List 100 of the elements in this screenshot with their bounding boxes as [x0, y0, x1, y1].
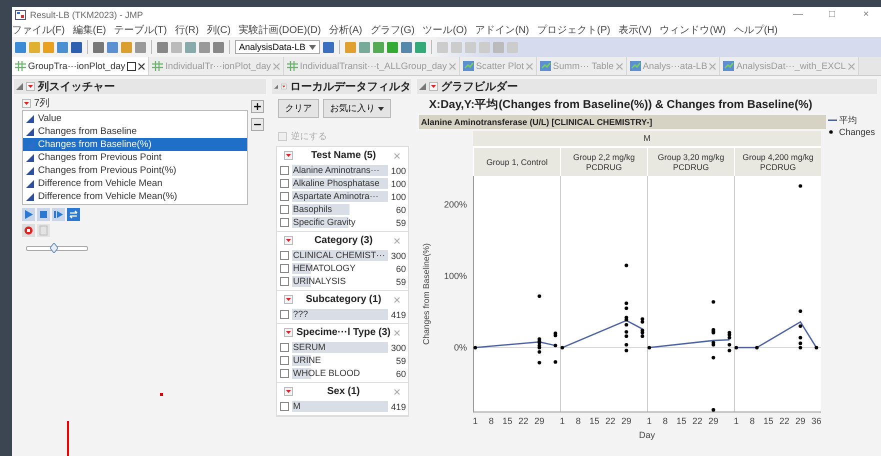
- invert-label: 逆にする: [291, 130, 327, 143]
- filter-checkbox[interactable]: [280, 179, 289, 188]
- filter-checkbox[interactable]: [280, 343, 289, 352]
- toolbar-icon[interactable]: [93, 42, 104, 52]
- filter-count: 60: [394, 204, 406, 214]
- toolbar-icon[interactable]: [157, 42, 168, 52]
- filter-checkbox[interactable]: [280, 218, 289, 227]
- panel-title: グラフビルダー: [441, 80, 518, 94]
- toolbar-icon[interactable]: [386, 42, 398, 52]
- toolbar-icon[interactable]: [414, 42, 426, 52]
- column-item[interactable]: Difference from Vehicle Mean(%): [23, 190, 247, 203]
- disclosure-icon[interactable]: [419, 83, 426, 90]
- panel-header[interactable]: 列スイッチャー: [14, 79, 266, 94]
- menu-item[interactable]: ウィンドウ(W): [660, 22, 726, 36]
- filter-checkbox[interactable]: [280, 166, 289, 175]
- dropdown-icon[interactable]: [284, 236, 293, 245]
- menu-item[interactable]: アドイン(N): [475, 22, 530, 36]
- filter-group-title: Category (3): [313, 235, 374, 246]
- filter-checkbox[interactable]: [280, 402, 289, 411]
- filter-checkbox[interactable]: [280, 277, 289, 286]
- filter-checkbox[interactable]: [280, 192, 289, 201]
- close-icon[interactable]: [138, 62, 146, 70]
- table-icon: [723, 61, 734, 71]
- dropdown-icon[interactable]: [22, 98, 31, 108]
- filter-value[interactable]: CLINICAL CHEMIST···: [292, 250, 388, 261]
- filter-value[interactable]: Alanine Aminotrans···: [292, 165, 388, 176]
- column-item[interactable]: Changes from Baseline: [23, 125, 247, 138]
- remove-button[interactable]: −: [251, 118, 264, 131]
- step-icon[interactable]: [52, 208, 65, 221]
- speed-slider[interactable]: [26, 243, 88, 253]
- filter-checkbox[interactable]: [280, 369, 289, 378]
- panel-header[interactable]: グラフビルダー: [417, 79, 877, 94]
- dropdown-icon[interactable]: [284, 328, 293, 337]
- toolbar-icon[interactable]: [400, 42, 412, 52]
- menu-item[interactable]: ツール(O): [422, 22, 468, 36]
- filter-checkbox[interactable]: [280, 264, 289, 273]
- filter-checkbox[interactable]: [280, 310, 289, 319]
- record-icon[interactable]: [22, 224, 35, 237]
- menu-item[interactable]: 列(C): [206, 22, 231, 36]
- dropdown-icon[interactable]: [281, 82, 287, 91]
- stop-icon[interactable]: [37, 208, 50, 221]
- dropdown-icon[interactable]: [284, 295, 293, 304]
- column-item[interactable]: Value: [23, 112, 247, 125]
- data-point: [798, 336, 802, 340]
- window-control[interactable]: □: [817, 9, 847, 20]
- play-icon[interactable]: [22, 208, 35, 221]
- filter-checkbox[interactable]: [280, 205, 289, 214]
- column-item[interactable]: Difference from Vehicle Mean: [23, 177, 247, 190]
- toolbar-icon[interactable]: [135, 42, 146, 52]
- square-icon[interactable]: [127, 62, 136, 70]
- toolbar-icon[interactable]: [199, 42, 210, 52]
- dropdown-icon[interactable]: [284, 387, 293, 396]
- slider-thumb[interactable]: [50, 243, 58, 253]
- menu-item[interactable]: 表示(V): [618, 22, 652, 36]
- column-item[interactable]: Changes from Previous Point(%): [23, 164, 247, 177]
- loop-icon[interactable]: [67, 208, 80, 221]
- toolbar-icon[interactable]: [107, 42, 118, 52]
- toolbar-icon[interactable]: [15, 42, 26, 52]
- data-point: [554, 360, 558, 364]
- document-tab[interactable]: GroupTra···ionPlot_day: [12, 57, 150, 75]
- dropdown-icon[interactable]: [284, 151, 293, 160]
- menu-item[interactable]: 行(R): [174, 22, 199, 36]
- toolbar-icon[interactable]: [322, 42, 334, 52]
- disclosure-icon[interactable]: [274, 83, 278, 90]
- table-selector[interactable]: AnalysisData-LB: [235, 40, 320, 54]
- filter-value[interactable]: Alkaline Phosphatase: [292, 178, 388, 189]
- toolbar-icon[interactable]: [372, 42, 384, 52]
- caret-icon: [378, 106, 384, 110]
- toolbar-icon[interactable]: [71, 42, 82, 52]
- menu-item[interactable]: テーブル(T): [114, 22, 167, 36]
- menu-item[interactable]: ファイル(F): [12, 22, 65, 36]
- filter-checkbox[interactable]: [280, 251, 289, 260]
- toolbar-icon[interactable]: [213, 42, 224, 52]
- window-control[interactable]: ×: [851, 9, 881, 20]
- filter-value[interactable]: M: [292, 401, 388, 412]
- group-header: Group 2,2 mg/kg PCDRUG: [560, 146, 647, 176]
- menu-item[interactable]: ヘルプ(H): [734, 22, 778, 36]
- menu-item[interactable]: グラフ(G): [370, 22, 415, 36]
- menu-item[interactable]: プロジェクト(P): [537, 22, 610, 36]
- filter-value[interactable]: ???: [292, 309, 388, 320]
- dropdown-icon[interactable]: [429, 82, 438, 91]
- menu-item[interactable]: 分析(A): [328, 22, 362, 36]
- data-point: [712, 300, 716, 304]
- disclosure-icon[interactable]: [16, 83, 23, 90]
- panel-header[interactable]: ローカルデータフィルタ: [272, 79, 411, 94]
- dropdown-icon[interactable]: [26, 82, 35, 91]
- menu-item[interactable]: 実験計画(DOE)(D): [238, 22, 321, 36]
- add-button[interactable]: +: [251, 100, 264, 113]
- x-tick-label: 29: [534, 416, 544, 426]
- column-item[interactable]: Changes from Previous Point: [23, 151, 247, 164]
- column-item[interactable]: Changes from Baseline(%): [23, 138, 247, 151]
- filter-value[interactable]: Aspartate Aminotra···: [292, 191, 388, 202]
- toolbar-icon[interactable]: [358, 42, 370, 52]
- menu-item[interactable]: 編集(E): [72, 22, 106, 36]
- filter-checkbox[interactable]: [280, 356, 289, 365]
- toolbar-icon[interactable]: [57, 42, 68, 52]
- window-control[interactable]: —: [783, 9, 813, 20]
- clear-button[interactable]: クリア: [278, 99, 319, 118]
- favorites-button[interactable]: お気に入り: [323, 99, 391, 118]
- filter-value[interactable]: SERUM: [292, 342, 388, 353]
